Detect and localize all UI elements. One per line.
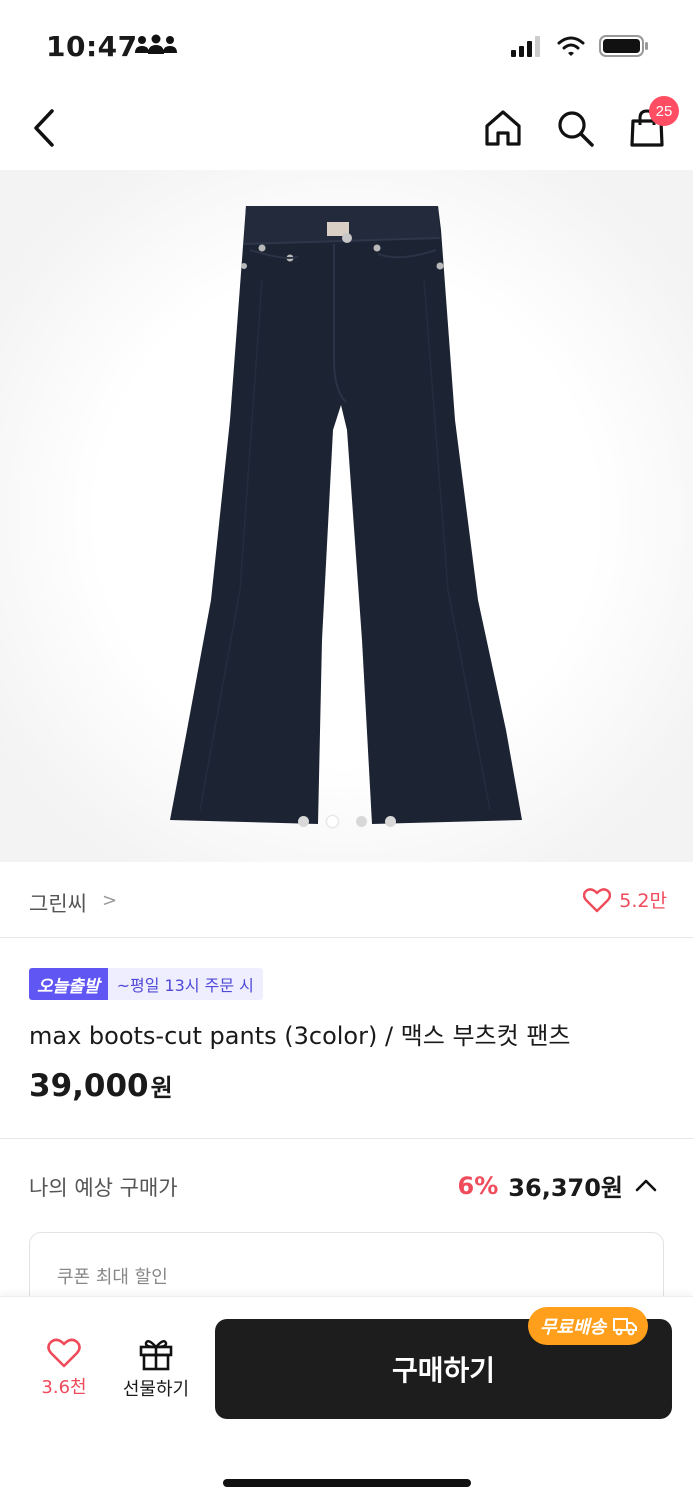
- pagination-dot-active[interactable]: [326, 816, 338, 827]
- price-row: 39,000 원: [29, 1068, 173, 1104]
- signal-icon: [511, 35, 543, 61]
- delivery-tag: 오늘출발 ~평일 13시 주문 시: [29, 968, 263, 1000]
- pagination-dot[interactable]: [297, 816, 309, 827]
- today-ship-badge: 오늘출발: [29, 968, 108, 1000]
- status-bar: 10:47: [0, 0, 693, 90]
- top-nav: 25: [0, 96, 693, 160]
- home-indicator[interactable]: [223, 1479, 471, 1487]
- today-ship-desc: ~평일 13시 주문 시: [107, 968, 263, 1000]
- product-like-button[interactable]: 5.2만: [583, 886, 667, 913]
- gift-button[interactable]: 선물하기: [116, 1337, 196, 1401]
- brand-link[interactable]: 그린씨: [29, 888, 87, 918]
- search-button[interactable]: [553, 104, 597, 152]
- expected-price-value: 36,370원: [508, 1174, 623, 1202]
- people-icon: [134, 34, 178, 60]
- truck-icon: [613, 1318, 638, 1336]
- price-value: 39,000: [29, 1068, 149, 1104]
- expected-price-row[interactable]: 나의 예상 구매가 6% 36,370원: [0, 1160, 693, 1214]
- free-shipping-label: 무료배송: [540, 1317, 607, 1338]
- wifi-icon: [557, 35, 585, 61]
- home-button[interactable]: [481, 104, 525, 152]
- chevron-up-icon[interactable]: [633, 1173, 659, 1199]
- status-time: 10:47: [46, 30, 138, 63]
- heart-icon: [583, 887, 612, 912]
- wishlist-button[interactable]: 3.6천: [26, 1337, 102, 1399]
- cart-button[interactable]: 25: [625, 96, 679, 152]
- gift-label: 선물하기: [122, 1379, 190, 1400]
- home-icon: [485, 110, 521, 146]
- back-button[interactable]: [24, 104, 64, 152]
- product-image[interactable]: [0, 170, 693, 862]
- expected-price-label: 나의 예상 구매가: [29, 1176, 178, 1200]
- search-icon: [558, 111, 594, 147]
- coupon-label: 쿠폰 최대 할인: [57, 1267, 168, 1288]
- chevron-right-icon[interactable]: >: [102, 890, 117, 911]
- product-title: max boots-cut pants (3color) / 맥스 부츠컷 팬츠: [29, 1022, 571, 1050]
- pagination-dot[interactable]: [384, 816, 396, 827]
- heart-icon: [47, 1338, 81, 1368]
- battery-icon: [599, 34, 649, 62]
- cart-count-badge: 25: [649, 96, 679, 126]
- like-count: 5.2만: [619, 890, 667, 912]
- free-shipping-badge: 무료배송: [528, 1307, 649, 1345]
- brand-row: 그린씨 > 5.2만: [0, 870, 693, 938]
- price-unit: 원: [150, 1074, 173, 1102]
- back-icon: [34, 109, 54, 147]
- divider: [0, 1138, 693, 1139]
- wishlist-count: 3.6천: [41, 1377, 87, 1398]
- discount-percent: 6%: [457, 1171, 499, 1200]
- bottom-action-bar: 3.6천 선물하기 구매하기 무료배송: [0, 1296, 693, 1500]
- pants-image: [0, 170, 693, 862]
- pagination-dot[interactable]: [355, 816, 367, 827]
- gift-icon: [139, 1340, 173, 1371]
- image-pagination: [0, 816, 693, 827]
